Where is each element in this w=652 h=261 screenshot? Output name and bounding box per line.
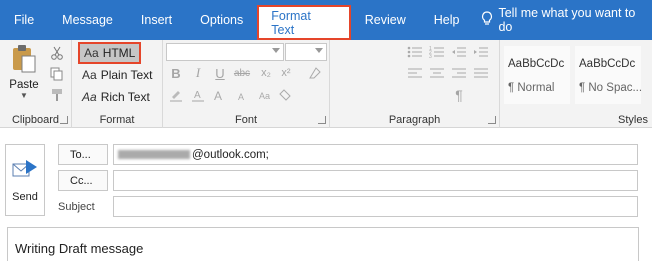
compose-area: Send To... @outlook.com; Cc... Subject W…	[0, 129, 652, 261]
html-format-label: HTML	[102, 46, 136, 60]
chevron-down-icon	[315, 48, 323, 53]
styles-group: AaBbCcDc ¶ Normal AaBbCcDc ¶ No Spac... …	[500, 40, 652, 128]
show-formatting-marks-icon[interactable]: ¶	[450, 86, 468, 104]
justify-icon[interactable]	[472, 64, 490, 82]
font-launcher-icon[interactable]	[318, 116, 326, 124]
to-field[interactable]: @outlook.com;	[113, 144, 638, 165]
style-name: ¶ No Spac...	[579, 82, 643, 94]
tab-options[interactable]: Options	[186, 0, 257, 40]
plain-text-label: Plain Text	[100, 68, 153, 82]
ribbon-tabbar: File Message Insert Options Format Text …	[0, 0, 652, 40]
align-right-icon[interactable]	[450, 64, 468, 82]
chevron-down-icon	[272, 48, 280, 53]
highlight-color-icon[interactable]	[277, 86, 295, 104]
font-size-combo[interactable]	[285, 43, 327, 61]
html-format-button[interactable]: Aa HTML	[78, 42, 142, 64]
tab-format-text[interactable]: Format Text	[257, 5, 351, 40]
style-name: ¶ Normal	[508, 82, 555, 94]
aa-icon: Aa	[84, 46, 99, 60]
aa-icon: Aa	[82, 90, 97, 104]
subject-label: Subject	[58, 201, 95, 213]
change-case-icon[interactable]: Aa	[257, 86, 275, 104]
font-group-label: Font	[234, 114, 257, 126]
format-group-label: Format	[99, 114, 135, 126]
style-no-spacing[interactable]: AaBbCcDc ¶ No Spac...	[575, 46, 643, 104]
to-field-value: @outlook.com;	[192, 148, 269, 161]
cc-field[interactable]	[113, 170, 638, 191]
tab-insert[interactable]: Insert	[127, 0, 186, 40]
send-button[interactable]: Send	[5, 144, 45, 216]
message-body-text: Writing Draft message	[15, 241, 144, 256]
superscript-button[interactable]: x²	[277, 64, 295, 82]
increase-indent-icon[interactable]	[472, 43, 490, 61]
paste-button[interactable]: Paste ▼	[6, 44, 42, 100]
send-label: Send	[12, 190, 38, 203]
clipboard-launcher-icon[interactable]	[60, 116, 68, 124]
format-group: Aa HTML Aa Plain Text Aa Rich Text Forma…	[72, 40, 163, 128]
svg-text:Aa: Aa	[259, 91, 270, 101]
cut-icon[interactable]	[48, 44, 66, 62]
font-shrink-icon[interactable]: A	[233, 86, 251, 104]
clipboard-group: Paste ▼ Clipboard	[0, 40, 72, 128]
paste-icon	[11, 45, 37, 77]
send-icon	[12, 158, 38, 183]
paragraph-group-label: Paragraph	[388, 114, 441, 126]
tab-file[interactable]: File	[0, 0, 48, 40]
lightbulb-icon	[481, 11, 498, 29]
aa-icon: Aa	[82, 68, 97, 82]
text-highlight-icon[interactable]	[167, 86, 185, 104]
align-left-icon[interactable]	[406, 64, 424, 82]
strikethrough-button[interactable]: abc	[233, 64, 251, 82]
to-button[interactable]: To...	[58, 144, 108, 165]
style-normal[interactable]: AaBbCcDc ¶ Normal	[504, 46, 570, 104]
ribbon-body: Paste ▼ Clipboard Aa HTML Aa Plain Text …	[0, 40, 652, 128]
rich-text-button[interactable]: Aa Rich Text	[78, 86, 154, 108]
font-grow-icon[interactable]: A	[211, 86, 229, 104]
cc-button[interactable]: Cc...	[58, 170, 108, 191]
svg-text:A: A	[238, 92, 244, 102]
bold-button[interactable]: B	[167, 64, 185, 82]
align-center-icon[interactable]	[428, 64, 446, 82]
decrease-indent-icon[interactable]	[450, 43, 468, 61]
subscript-button[interactable]: x₂	[257, 64, 275, 82]
format-painter-icon[interactable]	[48, 86, 66, 104]
rich-text-label: Rich Text	[100, 90, 150, 104]
clear-formatting-icon[interactable]	[306, 64, 324, 82]
svg-text:A: A	[214, 89, 222, 102]
paste-dropdown-icon[interactable]: ▼	[6, 91, 42, 100]
paragraph-group: 123 ¶ Paragraph	[330, 40, 500, 128]
redacted-email	[118, 150, 190, 159]
tab-review[interactable]: Review	[351, 0, 420, 40]
italic-button[interactable]: I	[189, 64, 207, 82]
svg-text:A: A	[194, 90, 201, 101]
svg-text:3: 3	[429, 54, 432, 59]
tell-me-label: Tell me what you want to do	[498, 6, 636, 34]
tell-me-search[interactable]: Tell me what you want to do	[481, 6, 652, 34]
subject-field[interactable]	[113, 196, 638, 217]
style-sample: AaBbCcDc	[579, 58, 636, 70]
numbering-icon[interactable]: 123	[428, 43, 446, 61]
paste-label: Paste	[9, 79, 39, 91]
copy-icon[interactable]	[48, 65, 66, 83]
styles-group-label: Styles	[618, 114, 648, 126]
font-family-combo[interactable]	[166, 43, 284, 61]
tab-help[interactable]: Help	[420, 0, 474, 40]
font-group: B I U abc x₂ x² A A A Aa Font	[163, 40, 330, 128]
bullets-icon[interactable]	[406, 43, 424, 61]
style-sample: AaBbCcDc	[508, 58, 565, 70]
underline-button[interactable]: U	[211, 64, 229, 82]
tab-message[interactable]: Message	[48, 0, 127, 40]
plain-text-button[interactable]: Aa Plain Text	[78, 64, 157, 86]
font-color-icon[interactable]: A	[189, 86, 207, 104]
paragraph-launcher-icon[interactable]	[488, 116, 496, 124]
